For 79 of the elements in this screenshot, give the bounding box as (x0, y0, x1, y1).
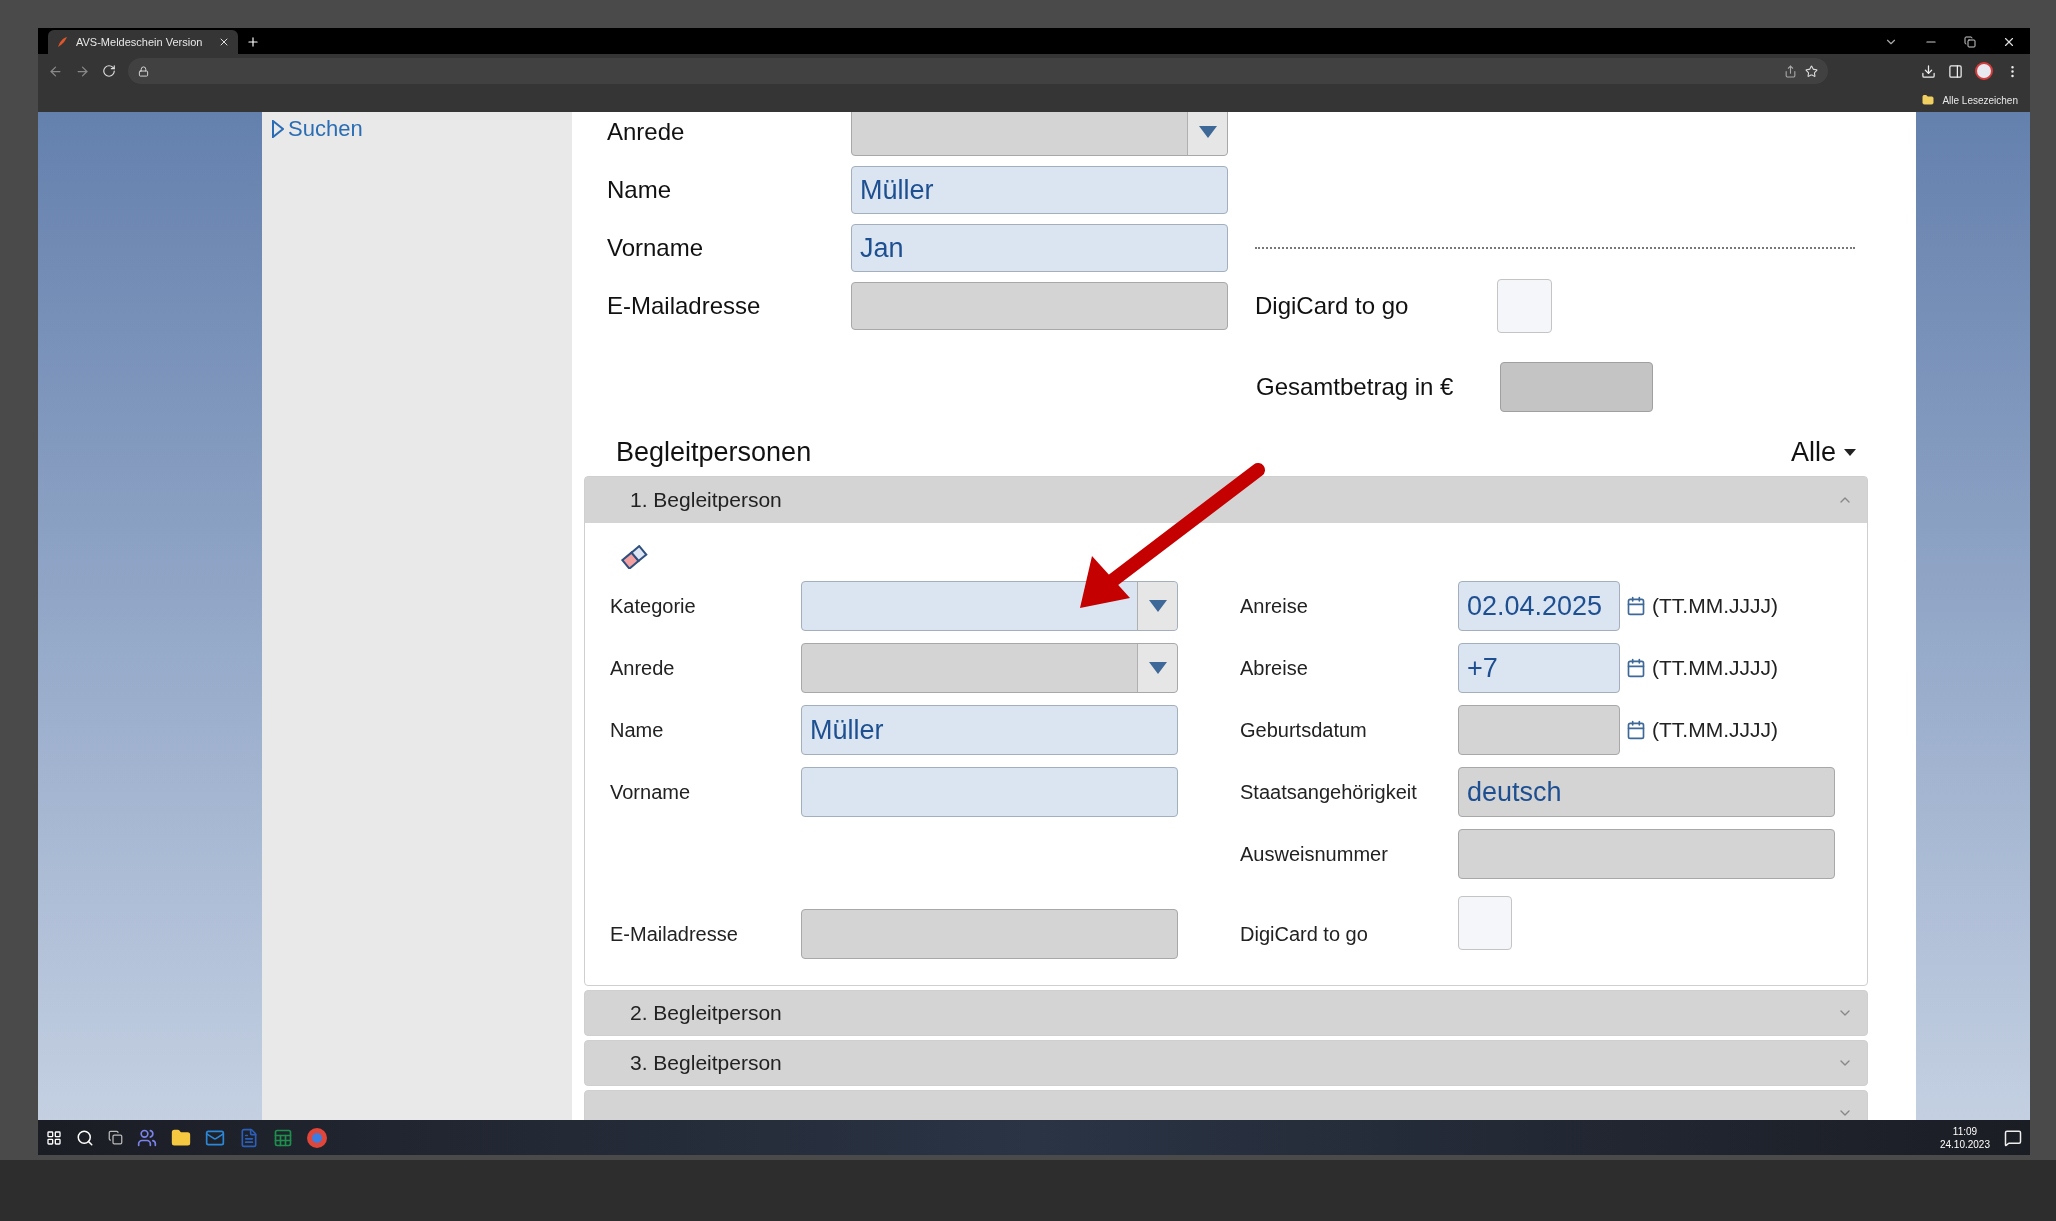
section-heading: Begleitpersonen (616, 435, 812, 469)
lock-icon (138, 65, 149, 77)
field-label: Abreise (1240, 656, 1309, 681)
dropdown-arrow-icon (1148, 662, 1167, 674)
field-label: DigiCard to go (1255, 291, 1410, 321)
field-label: E-Mailadresse (610, 922, 739, 947)
profile-avatar[interactable] (1975, 62, 1993, 80)
new-tab-icon[interactable] (246, 35, 260, 49)
total-label: Gesamtbetrag in € (1256, 372, 1455, 402)
document-icon[interactable] (239, 1127, 259, 1148)
dropdown-field[interactable] (801, 643, 1178, 693)
field-label: Vorname (610, 780, 692, 805)
search-icon[interactable] (76, 1128, 94, 1147)
dropdown-field[interactable] (801, 581, 1178, 631)
date-format-hint: (TT.MM.JJJJ) (1652, 655, 1778, 682)
field-label: Name (610, 718, 665, 743)
input-field[interactable] (801, 909, 1178, 959)
date-format-hint: (TT.MM.JJJJ) (1652, 717, 1778, 744)
field-label: Anreise (1240, 594, 1309, 619)
field-label: E-Mailadresse (607, 291, 762, 321)
clock-date: 24.10.2023 (1939, 1137, 1990, 1151)
field-label: Vorname (607, 233, 705, 263)
bookmarks-label[interactable]: Alle Lesezeichen (1942, 92, 2018, 108)
download-icon[interactable] (1921, 63, 1936, 79)
checkbox[interactable] (1458, 896, 1512, 950)
accordion-header[interactable]: 3. Begleitperson (584, 1040, 1868, 1086)
accordion-header[interactable]: 2. Begleitperson (584, 990, 1868, 1036)
field-label: DigiCard to go (1240, 922, 1369, 947)
share-icon[interactable] (1784, 64, 1797, 78)
calendar-icon[interactable] (1626, 720, 1646, 740)
filter-dropdown[interactable]: Alle (1790, 431, 1856, 473)
date-field[interactable] (1458, 705, 1620, 755)
input-field[interactable]: Müller (801, 705, 1178, 755)
field-label: Name (607, 175, 673, 205)
browser-icon[interactable] (307, 1127, 327, 1148)
accordion-header[interactable]: 1. Begleitperson (585, 477, 1867, 523)
input-field[interactable]: Jan (851, 224, 1228, 272)
browser-tab[interactable]: AVS-Meldeschein Version (48, 30, 238, 54)
clock-time: 11:09 (1952, 1124, 1978, 1138)
input-field[interactable]: Müller (851, 166, 1228, 214)
start-icon[interactable] (46, 1129, 62, 1146)
input-field[interactable]: deutsch (1458, 767, 1835, 817)
notification-icon[interactable] (2004, 1128, 2022, 1147)
field-label: Anrede (610, 656, 676, 681)
field-label: Kategorie (610, 594, 697, 619)
field-label: Geburtsdatum (1240, 718, 1368, 743)
dropdown-field[interactable] (851, 112, 1228, 156)
spreadsheet-icon[interactable] (273, 1127, 293, 1148)
input-field[interactable] (851, 282, 1228, 330)
feather-icon (56, 36, 68, 48)
restore-icon[interactable] (1964, 36, 1976, 48)
date-field[interactable]: +7 (1458, 643, 1620, 693)
input-field[interactable] (1458, 829, 1835, 879)
dropdown-arrow-icon (1148, 600, 1167, 612)
folder-icon (1922, 94, 1935, 106)
date-field[interactable]: 02.04.2025 (1458, 581, 1620, 631)
dropdown-arrow-icon (1198, 126, 1217, 138)
input-field[interactable] (801, 767, 1178, 817)
calendar-icon[interactable] (1626, 658, 1646, 678)
field-label: Anrede (607, 117, 686, 147)
calendar-icon[interactable] (1626, 596, 1646, 616)
side-panel-icon[interactable] (1948, 63, 1963, 79)
star-icon[interactable] (1805, 64, 1818, 78)
back-icon[interactable] (48, 63, 63, 79)
field-label: Staatsangehörigkeit (1240, 780, 1418, 805)
close-icon[interactable] (218, 36, 230, 48)
triangle-right-icon (272, 119, 284, 138)
folder-icon[interactable] (171, 1127, 191, 1148)
search-link[interactable]: Suchen (288, 112, 363, 145)
reload-icon[interactable] (102, 64, 116, 78)
eraser-icon[interactable] (620, 545, 648, 569)
forward-icon[interactable] (75, 63, 90, 79)
close-icon[interactable] (2002, 35, 2016, 49)
field-label: Ausweisnummer (1240, 842, 1389, 867)
checkbox[interactable] (1497, 279, 1552, 333)
date-format-hint: (TT.MM.JJJJ) (1652, 593, 1778, 620)
people-icon[interactable] (137, 1127, 157, 1148)
task-view-icon[interactable] (108, 1130, 123, 1145)
caret-icon (1844, 448, 1856, 456)
